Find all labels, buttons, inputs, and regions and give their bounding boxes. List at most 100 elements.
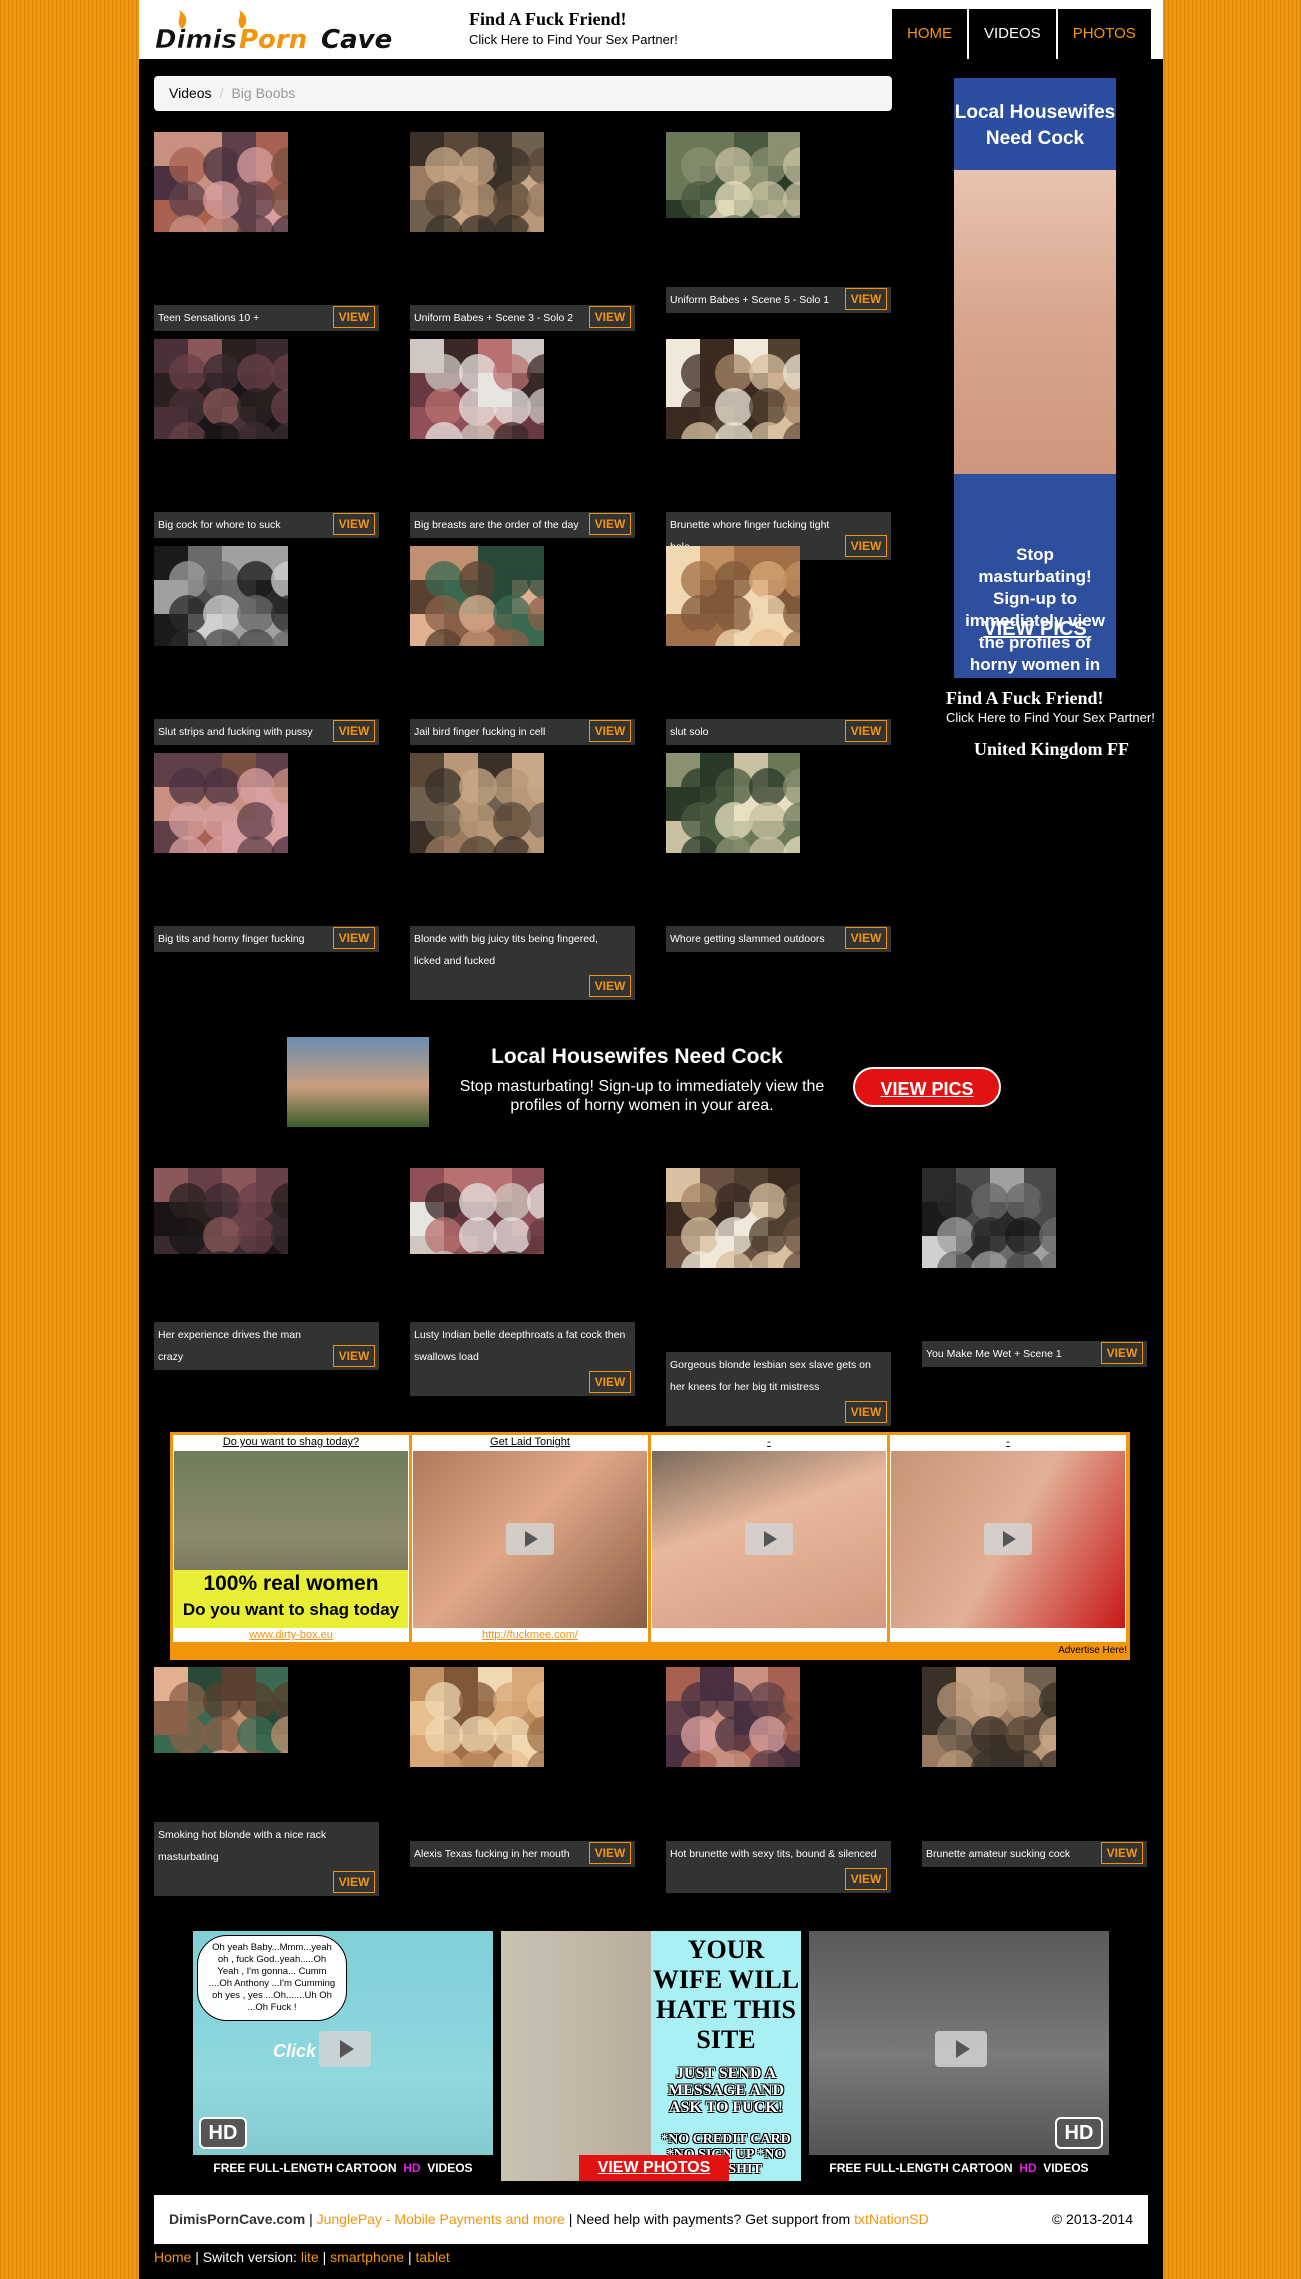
view-button[interactable]: VIEW: [333, 720, 375, 742]
sidebar-ad[interactable]: Find A Fuck Friend! Click Here to Find Y…: [946, 688, 1155, 725]
view-button[interactable]: VIEW: [589, 513, 631, 535]
banner-footer-text: FREE FULL-LENGTH CARTOON HD VIDEOS: [193, 2155, 493, 2181]
thumb-mid-0[interactable]: [154, 1168, 288, 1254]
thumb-mid-3[interactable]: [922, 1168, 1056, 1268]
view-button[interactable]: VIEW: [845, 927, 887, 949]
thumb-bot-2[interactable]: [666, 1667, 800, 1767]
view-button[interactable]: VIEW: [589, 1371, 631, 1393]
advertise-here-link[interactable]: Advertise Here!: [1058, 1645, 1127, 1656]
nav-home[interactable]: HOME: [892, 9, 967, 59]
thumb-top-7[interactable]: [410, 546, 544, 646]
ad-title[interactable]: -: [890, 1435, 1126, 1449]
view-button[interactable]: VIEW: [589, 720, 631, 742]
ad-image[interactable]: 100% real women Do you want to shag toda…: [174, 1451, 408, 1628]
footer-txtnation-link[interactable]: txtNationSD: [854, 2211, 929, 2227]
wide-banner-ad[interactable]: Local Housewifes Need Cock Stop masturba…: [287, 1037, 1015, 1127]
view-button[interactable]: VIEW: [333, 927, 375, 949]
thumb-top-9[interactable]: [154, 753, 288, 853]
header-ad-title[interactable]: Find A Fuck Friend!: [469, 9, 678, 30]
view-button[interactable]: VIEW: [845, 720, 887, 742]
switch-tablet-link[interactable]: tablet: [416, 2249, 450, 2265]
thumb-top-4[interactable]: [410, 339, 544, 439]
thumb-pixel: [971, 1716, 1009, 1754]
video-caption: Blonde with big juicy tits being fingere…: [410, 926, 635, 1000]
thumb-top-10[interactable]: [410, 753, 544, 853]
ad-cell[interactable]: Get Laid Tonight http://fuckmee.com/: [412, 1435, 648, 1642]
sidebar-ad-subtitle[interactable]: Click Here to Find Your Sex Partner!: [946, 710, 1155, 725]
ad-link[interactable]: http://fuckmee.com/: [412, 1628, 648, 1642]
ad-title[interactable]: Get Laid Tonight: [412, 1435, 648, 1449]
view-button[interactable]: VIEW: [333, 1871, 375, 1893]
nav-photos[interactable]: PHOTOS: [1057, 9, 1151, 59]
sidebar-country-link[interactable]: United Kingdom FF: [974, 739, 1129, 760]
view-button[interactable]: VIEW: [845, 1868, 887, 1890]
bottom-banner-cartoon-2[interactable]: HD FREE FULL-LENGTH CARTOON HD VIDEOS: [809, 1931, 1109, 2181]
switch-lite-link[interactable]: lite: [301, 2249, 319, 2265]
play-icon[interactable]: [506, 1523, 554, 1555]
view-button[interactable]: VIEW: [1101, 1342, 1143, 1364]
footer-separator: |: [322, 2249, 327, 2265]
ad-link[interactable]: [651, 1628, 887, 1642]
wide-banner-button[interactable]: VIEW PICS: [853, 1067, 1001, 1107]
view-button[interactable]: VIEW: [333, 306, 375, 328]
thumb-pixel: [169, 147, 207, 185]
nav-videos[interactable]: VIDEOS: [969, 9, 1056, 59]
thumb-pixel: [715, 1183, 753, 1221]
ad-title[interactable]: Do you want to shag today?: [173, 1435, 409, 1449]
thumb-bot-0[interactable]: [154, 1667, 288, 1753]
ad-image-caption: 100% real women Do you want to shag toda…: [174, 1570, 408, 1628]
bottom-banner-wife[interactable]: YOUR WIFE WILL HATE THIS SITE JUST SEND …: [501, 1931, 801, 2181]
wide-banner-subtitle: Stop masturbating! Sign-up to immediatel…: [459, 1078, 825, 1114]
thumb-mid-2[interactable]: [666, 1168, 800, 1268]
view-button[interactable]: VIEW: [589, 1842, 631, 1864]
footer-junglepay-link[interactable]: JunglePay - Mobile Payments and more: [317, 2211, 565, 2227]
header-ad-subtitle[interactable]: Click Here to Find Your Sex Partner!: [469, 32, 678, 47]
view-button[interactable]: VIEW: [845, 535, 887, 557]
site-logo[interactable]: Dimis Porn Cave: [153, 10, 443, 55]
play-icon[interactable]: [935, 2031, 987, 2067]
footer-brand[interactable]: DimisPornCave.com: [169, 2211, 305, 2227]
ad-image[interactable]: [891, 1451, 1125, 1628]
ad-image[interactable]: [413, 1451, 647, 1628]
ad-image[interactable]: [652, 1451, 886, 1628]
thumb-pixel: [715, 1682, 753, 1720]
thumb-bot-3[interactable]: [922, 1667, 1056, 1767]
view-photos-button[interactable]: VIEW PHOTOS: [579, 2155, 729, 2181]
thumb-pixel: [237, 768, 275, 806]
view-button[interactable]: VIEW: [845, 1401, 887, 1423]
play-icon[interactable]: [984, 1523, 1032, 1555]
ad-title[interactable]: -: [651, 1435, 887, 1449]
thumb-top-5[interactable]: [666, 339, 800, 439]
ad-link[interactable]: [890, 1628, 1126, 1642]
play-icon[interactable]: [745, 1523, 793, 1555]
sidebar-banner-cta[interactable]: VIEW PICS: [954, 618, 1116, 641]
ad-cell[interactable]: -: [651, 1435, 887, 1642]
view-button[interactable]: VIEW: [1101, 1842, 1143, 1864]
thumb-bot-1[interactable]: [410, 1667, 544, 1767]
view-button[interactable]: VIEW: [589, 306, 631, 328]
ad-cell[interactable]: Do you want to shag today? 100% real wom…: [173, 1435, 409, 1642]
view-button[interactable]: VIEW: [333, 513, 375, 535]
footer-home-link[interactable]: Home: [154, 2249, 191, 2265]
breadcrumb-videos[interactable]: Videos: [169, 85, 212, 101]
view-button[interactable]: VIEW: [845, 288, 887, 310]
ad-link[interactable]: www.dirty-box.eu: [173, 1628, 409, 1642]
thumb-pixel: [749, 388, 787, 426]
thumb-top-1[interactable]: [410, 132, 544, 232]
thumb-top-0[interactable]: [154, 132, 288, 232]
view-button[interactable]: VIEW: [333, 1345, 375, 1367]
header-ad[interactable]: Find A Fuck Friend! Click Here to Find Y…: [469, 9, 678, 47]
bottom-banner-cartoon[interactable]: Oh yeah Baby...Mmm...yeah oh , fuck God.…: [193, 1931, 493, 2181]
view-button[interactable]: VIEW: [589, 975, 631, 997]
ad-cell[interactable]: -: [890, 1435, 1126, 1642]
thumb-top-8[interactable]: [666, 546, 800, 646]
switch-smartphone-link[interactable]: smartphone: [330, 2249, 404, 2265]
thumb-top-2[interactable]: [666, 132, 800, 218]
thumb-mid-1[interactable]: [410, 1168, 544, 1254]
sidebar-ad-title[interactable]: Find A Fuck Friend!: [946, 688, 1155, 709]
thumb-top-6[interactable]: [154, 546, 288, 646]
sidebar-banner[interactable]: Local Housewifes Need Cock Stop masturba…: [954, 78, 1116, 678]
thumb-top-3[interactable]: [154, 339, 288, 439]
thumb-top-11[interactable]: [666, 753, 800, 853]
play-icon[interactable]: [319, 2031, 371, 2067]
